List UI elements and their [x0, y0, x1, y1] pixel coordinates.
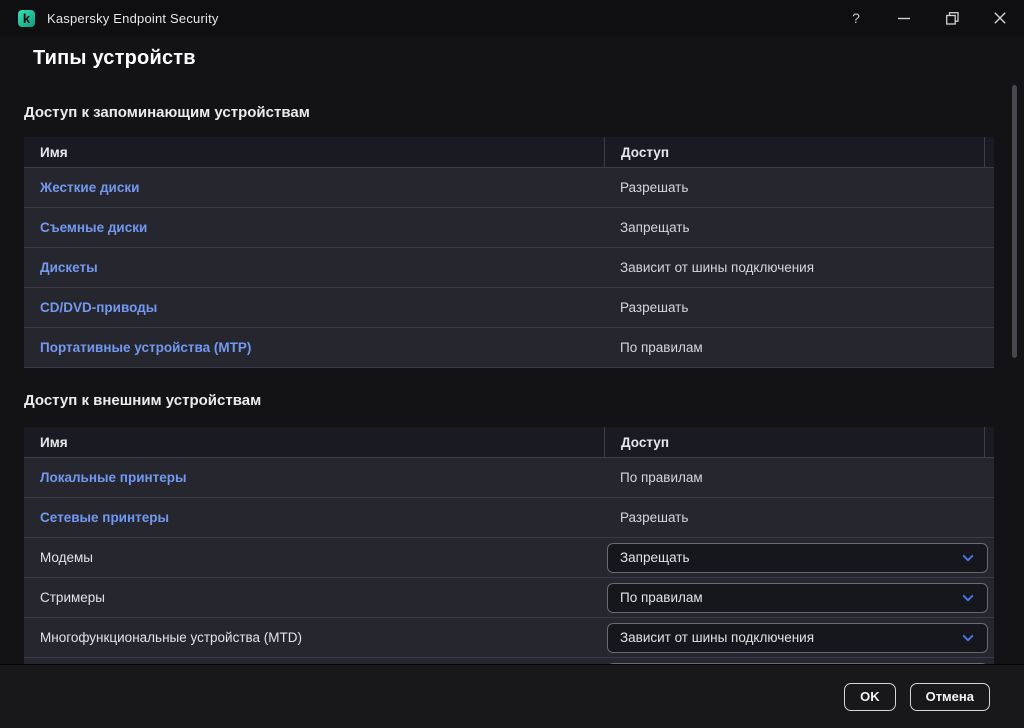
table-row: Многофункциональные устройства (MTD) Зави… [24, 618, 994, 658]
column-header-name: Имя [24, 427, 604, 457]
restore-icon [946, 12, 959, 25]
device-name-cell: Портативные устройства (MTP) [24, 328, 604, 367]
access-cell: Разрешать [604, 168, 994, 207]
access-cell: По правилам [604, 578, 994, 617]
device-name-label: Многофункциональные устройства (MTD) [40, 630, 302, 645]
device-name-cell: Съемные диски [24, 208, 604, 247]
device-name-link[interactable]: Локальные принтеры [40, 470, 187, 485]
access-cell: Разрешать [604, 288, 994, 327]
dropdown-value: Зависит от шины подключения [620, 630, 814, 645]
table-row: Модемы Запрещать [24, 538, 994, 578]
access-value: Запрещать [620, 220, 690, 235]
device-name-cell: CD/DVD-приводы [24, 288, 604, 327]
device-name-link[interactable]: Сетевые принтеры [40, 510, 169, 525]
table-header: Имя Доступ [24, 137, 994, 168]
access-value: Зависит от шины подключения [620, 260, 814, 275]
window-controls: ? [832, 0, 1024, 36]
device-name-cell: Стримеры [24, 578, 604, 617]
page-title: Типы устройств [33, 46, 1024, 70]
restore-button[interactable] [928, 0, 976, 36]
column-header-name: Имя [24, 137, 604, 167]
device-name-cell: Сетевые принтеры [24, 498, 604, 537]
access-dropdown[interactable]: По правилам [607, 583, 988, 613]
app-title: Kaspersky Endpoint Security [47, 11, 219, 26]
access-cell: По правилам [604, 458, 994, 497]
access-cell: Зависит от шины подключения [604, 248, 994, 287]
minimize-button[interactable] [880, 0, 928, 36]
dropdown-value: По правилам [620, 590, 703, 605]
access-cell: Запрещать [604, 538, 994, 577]
table-row: Съемные диски Запрещать [24, 208, 994, 248]
access-cell: Зависит от шины подключения [604, 618, 994, 657]
close-button[interactable] [976, 0, 1024, 36]
device-name-cell: Многофункциональные устройства (MTD) [24, 618, 604, 657]
column-header-access: Доступ [604, 137, 984, 167]
app-window: k Kaspersky Endpoint Security ? [0, 0, 1024, 728]
table-row: CD/DVD-приводы Разрешать [24, 288, 994, 328]
section-heading-external-devices: Доступ к внешним устройствам [24, 392, 1024, 410]
device-name-link[interactable]: CD/DVD-приводы [40, 300, 157, 315]
device-name-cell: Локальные принтеры [24, 458, 604, 497]
device-name-link[interactable]: Дискеты [40, 260, 98, 275]
kaspersky-logo-icon: k [18, 10, 35, 27]
device-name-label: Стримеры [40, 590, 105, 605]
table-body: Локальные принтеры По правилам Сетевые при… [24, 458, 994, 658]
access-value: По правилам [620, 340, 703, 355]
storage-devices-table: Имя Доступ Жесткие диски Разрешать Съемные… [24, 137, 994, 368]
table-row: Жесткие диски Разрешать [24, 168, 994, 208]
table-row: Портативные устройства (MTP) По правилам [24, 328, 994, 368]
device-name-link[interactable]: Портативные устройства (MTP) [40, 340, 251, 355]
device-name-label: Модемы [40, 550, 93, 565]
device-name-link[interactable]: Съемные диски [40, 220, 147, 235]
footer-bar: OK Отмена [0, 664, 1024, 728]
header-scrollbar-gutter [984, 137, 994, 167]
dropdown-value: Запрещать [620, 550, 690, 565]
section-heading-storage-devices: Доступ к запоминающим устройствам [24, 104, 1024, 122]
chevron-down-icon [962, 550, 973, 561]
help-icon: ? [852, 10, 860, 26]
scrollbar-thumb[interactable] [1012, 85, 1017, 358]
chevron-down-icon [962, 630, 973, 641]
device-name-cell: Жесткие диски [24, 168, 604, 207]
minimize-icon [898, 12, 910, 24]
access-value: По правилам [620, 470, 703, 485]
table-row: Локальные принтеры По правилам [24, 458, 994, 498]
header-scrollbar-gutter [984, 427, 994, 457]
access-dropdown[interactable]: Зависит от шины подключения [607, 623, 988, 653]
access-cell: Разрешать [604, 498, 994, 537]
help-button[interactable]: ? [832, 0, 880, 36]
main-content: Типы устройств Доступ к запоминающим уст… [0, 46, 1024, 666]
device-name-cell: Дискеты [24, 248, 604, 287]
access-dropdown[interactable]: Запрещать [607, 543, 988, 573]
access-cell: Запрещать [604, 208, 994, 247]
chevron-down-icon [962, 590, 973, 601]
access-cell: По правилам [604, 328, 994, 367]
ok-button[interactable]: OK [844, 683, 896, 711]
table-header: Имя Доступ [24, 427, 994, 458]
table-row: Сетевые принтеры Разрешать [24, 498, 994, 538]
table-row: Стримеры По правилам [24, 578, 994, 618]
device-name-cell: Модемы [24, 538, 604, 577]
close-icon [994, 12, 1006, 24]
device-name-link[interactable]: Жесткие диски [40, 180, 139, 195]
titlebar: k Kaspersky Endpoint Security ? [0, 0, 1024, 36]
access-value: Разрешать [620, 510, 688, 525]
access-value: Разрешать [620, 180, 688, 195]
external-devices-table: Имя Доступ Локальные принтеры По правилам… [24, 427, 994, 666]
table-row: Дискеты Зависит от шины подключения [24, 248, 994, 288]
table-body: Жесткие диски Разрешать Съемные диски Запре… [24, 168, 994, 368]
cancel-button[interactable]: Отмена [910, 683, 990, 711]
access-value: Разрешать [620, 300, 688, 315]
column-header-access: Доступ [604, 427, 984, 457]
